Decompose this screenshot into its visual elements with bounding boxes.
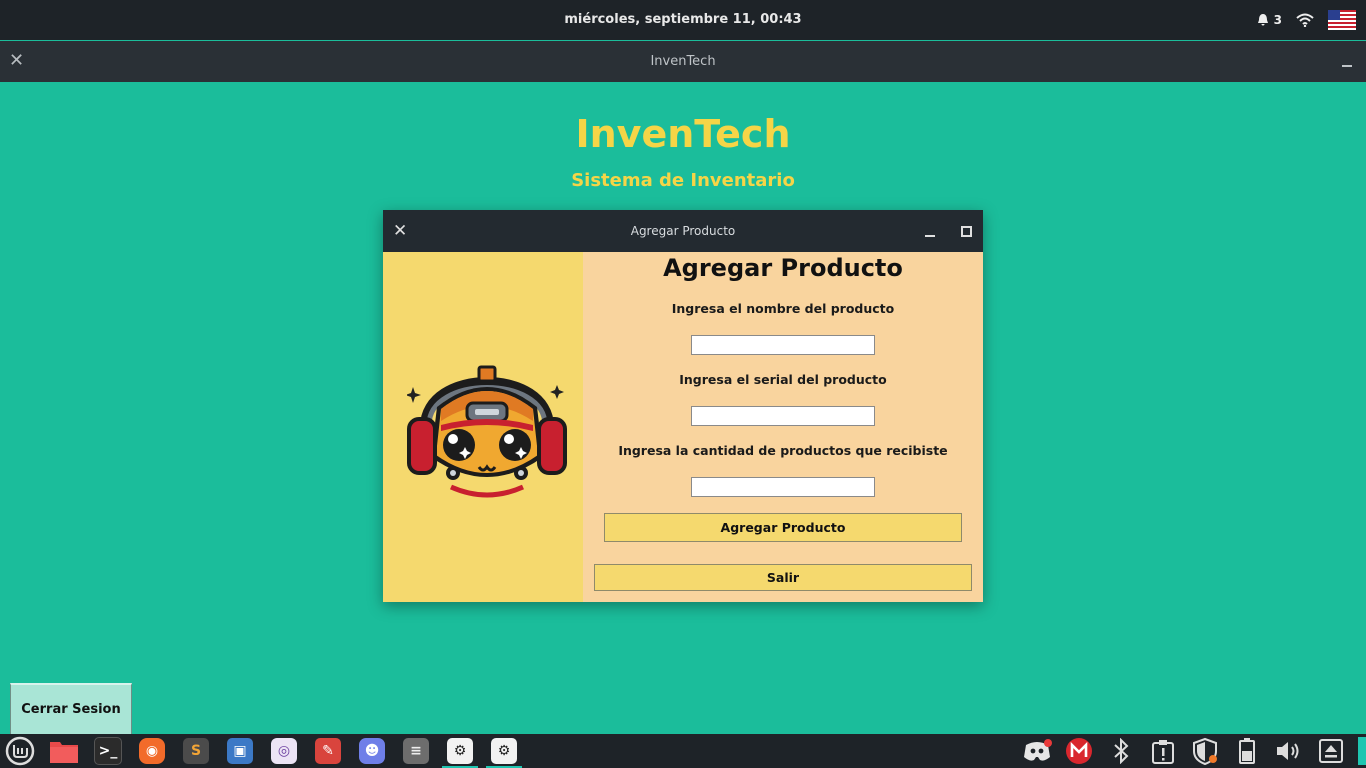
minimize-icon[interactable] [1342,51,1356,71]
mint-menu-icon[interactable] [4,736,36,766]
settings-icon[interactable]: ⚙ [486,736,522,768]
discord-icon[interactable]: ☻ [356,736,388,766]
terminal-icon[interactable]: >_ [92,736,124,766]
firefox-icon[interactable]: ◉ [136,736,168,766]
mega-icon[interactable] [1064,736,1094,766]
exit-button[interactable]: Salir [594,564,972,591]
dialog-titlebar[interactable]: ✕ Agregar Producto [383,210,983,252]
webcam-icon[interactable]: ◎ [268,736,300,766]
form-heading: Agregar Producto [663,254,903,282]
taskbar-launchers: >_ ◉ S ▣ ◎ ✎ ☻ ≡ ⚙ ⚙ [4,734,522,768]
dialog-title: Agregar Producto [630,224,736,238]
notifications[interactable]: 3 [1255,12,1282,28]
gimp-icon[interactable]: ✎ [312,736,344,766]
taskbar: >_ ◉ S ▣ ◎ ✎ ☻ ≡ ⚙ ⚙ [0,734,1366,768]
notification-count: 3 [1273,13,1282,27]
product-serial-label: Ingresa el serial del producto [679,372,887,387]
shield-icon[interactable] [1190,736,1220,766]
bell-icon [1257,14,1268,26]
product-serial-input[interactable] [691,406,875,426]
show-desktop-strip[interactable] [1358,737,1366,765]
top-panel: miércoles, septiembre 11, 00:43 3 [0,0,1366,40]
side-panel [383,252,583,602]
product-name-input[interactable] [691,335,875,355]
sublime-icon[interactable]: S [180,736,212,766]
bluetooth-icon[interactable] [1106,736,1136,766]
minimize-icon[interactable] [923,223,937,239]
settings-icon[interactable]: ⚙ [442,736,478,768]
app-subtitle: Sistema de Inventario [571,170,795,191]
add-product-button[interactable]: Agregar Producto [604,513,962,542]
system-tray [1022,734,1366,768]
update-icon[interactable] [1148,736,1178,766]
maximize-icon[interactable] [961,226,972,237]
top-tray: 3 [1255,0,1356,40]
battery-icon[interactable] [1232,736,1262,766]
app-title: InvenTech [575,112,791,156]
database-icon[interactable]: ≡ [400,736,432,766]
wifi-icon[interactable] [1296,13,1314,27]
product-quantity-label: Ingresa la cantidad de productos que rec… [618,443,948,458]
robot-mascot-image [407,365,567,498]
files-icon[interactable] [48,736,80,766]
discord-tray-icon[interactable] [1022,736,1052,766]
us-flag-icon[interactable] [1328,10,1356,30]
logout-button[interactable]: Cerrar Sesion [10,683,132,735]
add-product-dialog: ✕ Agregar Producto Agregar Producto Ingr… [383,210,983,602]
screenshot-icon[interactable]: ▣ [224,736,256,766]
product-name-label: Ingresa el nombre del producto [671,301,895,316]
clock[interactable]: miércoles, septiembre 11, 00:43 [0,0,1366,40]
eject-icon[interactable] [1316,736,1346,766]
main-window-title: InvenTech [650,54,716,69]
product-quantity-input[interactable] [691,477,875,497]
main-window-titlebar[interactable]: ✕ InvenTech [0,41,1366,82]
volume-icon[interactable] [1274,736,1304,766]
